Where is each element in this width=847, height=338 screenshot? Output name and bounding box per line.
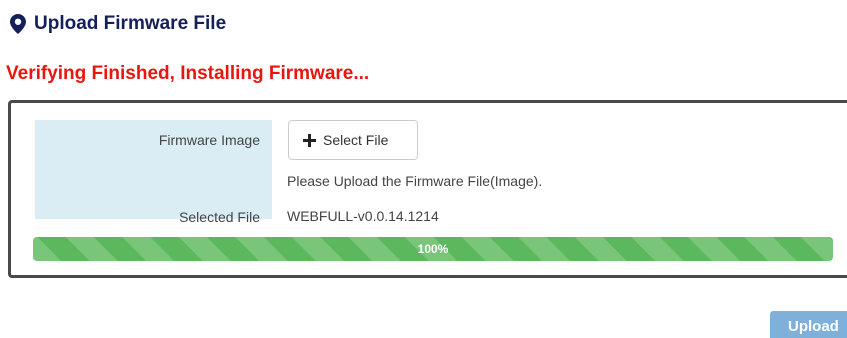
upload-progress-label: 100% [417,242,449,256]
select-file-button-label: Select File [323,132,389,148]
selected-file-label: Selected File [179,209,260,225]
upload-panel: Firmware Image Selected File Select File… [8,100,847,278]
section-title-text: Upload Firmware File [34,13,227,34]
section-title: Upload Firmware File [10,11,226,37]
firmware-upload-page: Upload Firmware File Verifying Finished,… [0,0,847,338]
install-status-message: Verifying Finished, Installing Firmware.… [6,63,370,84]
upload-hint: Please Upload the Firmware File(Image). [287,173,543,189]
upload-progress-bar: 100% [33,237,833,261]
map-marker-icon [10,14,26,34]
firmware-image-label: Firmware Image [158,132,260,148]
plus-icon [303,133,316,147]
selected-file-value: WEBFULL-v0.0.14.1214 [287,208,439,224]
upload-button[interactable]: Upload [770,311,847,338]
upload-progress-fill: 100% [33,237,833,261]
select-file-button[interactable]: Select File [288,120,418,160]
